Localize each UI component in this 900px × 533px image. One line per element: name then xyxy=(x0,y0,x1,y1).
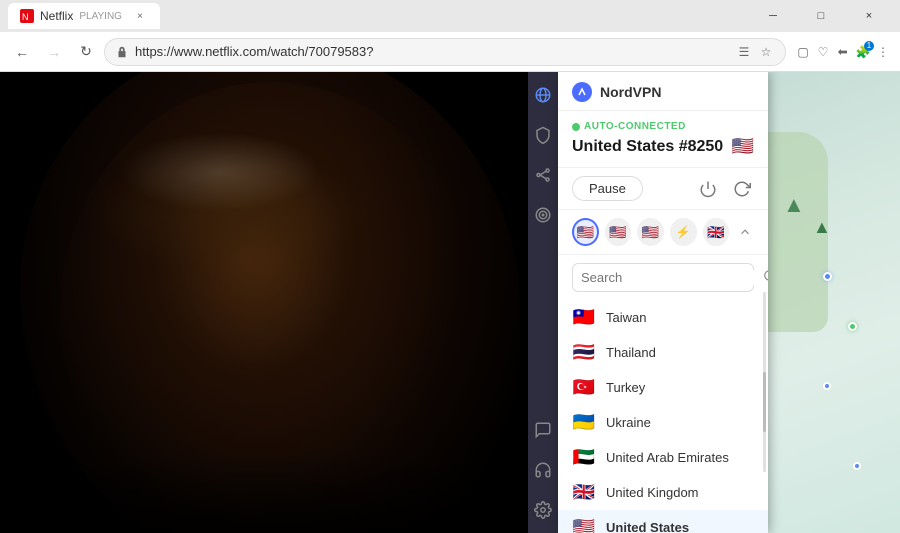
minimize-button[interactable]: ─ xyxy=(750,0,796,32)
quick-connect-row: 🇺🇸 🇺🇸 🇺🇸 ⚡ 🇬🇧 xyxy=(558,210,768,255)
auto-connected-badge: AUTO-CONNECTED xyxy=(572,121,754,132)
map-background: ▲ ▲ xyxy=(768,72,900,533)
search-icon[interactable] xyxy=(763,269,768,286)
server-name-row: United States #8250 🇺🇸 xyxy=(572,136,754,157)
quick-connect-us3[interactable]: 🇺🇸 xyxy=(637,218,664,246)
sidebar-settings-icon[interactable] xyxy=(532,499,554,521)
flag-uae: 🇦🇪 xyxy=(572,447,596,468)
navigation-bar: ← → ↻ https://www.netflix.com/watch/7007… xyxy=(0,32,900,72)
bookmark-icon[interactable]: ☆ xyxy=(757,43,775,61)
nav-right-buttons: ▢ ♡ ⬆ 🧩 1 ⋮ xyxy=(794,43,892,61)
quick-connect-us2[interactable]: 🇺🇸 xyxy=(605,218,632,246)
country-list: 🇹🇼 Taiwan 🇹🇭 Thailand 🇹🇷 Turkey 🇺🇦 Ukrai… xyxy=(558,300,768,533)
quick-connect-us1[interactable]: 🇺🇸 xyxy=(572,218,599,246)
list-item[interactable]: 🇹🇼 Taiwan xyxy=(558,300,768,335)
title-bar: N Netflix PLAYING × ─ □ × xyxy=(0,0,900,32)
sidebar-nodes-icon[interactable] xyxy=(532,164,554,186)
sidebar-headset-icon[interactable] xyxy=(532,459,554,481)
nordvpn-sidebar xyxy=(528,72,558,533)
flag-thailand: 🇹🇭 xyxy=(572,342,596,363)
nordvpn-logo xyxy=(572,82,592,102)
flag-turkey: 🇹🇷 xyxy=(572,377,596,398)
pause-button[interactable]: Pause xyxy=(572,176,643,201)
panel-header: NordVPN xyxy=(558,72,768,111)
tab-title: Netflix xyxy=(40,9,73,23)
quick-connect-uk[interactable]: 🇬🇧 xyxy=(703,218,730,246)
flag-uk: 🇬🇧 xyxy=(572,482,596,503)
status-dot xyxy=(572,123,580,131)
browser-chrome: N Netflix PLAYING × ─ □ × ← → ↻ https://… xyxy=(0,0,900,72)
close-button[interactable]: × xyxy=(846,0,892,32)
map-dot-green xyxy=(848,322,857,331)
sidebar-shield-icon[interactable] xyxy=(532,124,554,146)
refresh-button[interactable]: ↻ xyxy=(72,38,100,66)
list-item[interactable]: 🇦🇪 United Arab Emirates xyxy=(558,440,768,475)
tree-icon-1: ▲ xyxy=(783,192,805,218)
power-icon[interactable] xyxy=(696,177,720,201)
panel-title: NordVPN xyxy=(600,84,661,100)
forward-button[interactable]: → xyxy=(40,38,68,66)
list-item[interactable]: 🇹🇷 Turkey xyxy=(558,370,768,405)
nordvpn-panel: NordVPN AUTO-CONNECTED United States #82… xyxy=(558,72,768,533)
country-name-thailand: Thailand xyxy=(606,345,656,360)
country-name-us: United States xyxy=(606,520,689,533)
action-icons xyxy=(696,177,754,201)
menu-icon[interactable]: ⋮ xyxy=(874,43,892,61)
tab-close-button[interactable]: × xyxy=(132,8,148,24)
country-name-uk: United Kingdom xyxy=(606,485,699,500)
list-item[interactable]: 🇹🇭 Thailand xyxy=(558,335,768,370)
map-dot-blue-2 xyxy=(823,382,831,390)
quick-connect-lightning[interactable]: ⚡ xyxy=(670,218,697,246)
map-dot-blue-1 xyxy=(823,272,832,281)
url-text: https://www.netflix.com/watch/70079583? xyxy=(135,44,373,59)
extensions-icon[interactable]: 🧩 1 xyxy=(854,43,872,61)
favorites-icon[interactable]: ♡ xyxy=(814,43,832,61)
server-flag: 🇺🇸 xyxy=(732,136,754,157)
connection-section: AUTO-CONNECTED United States #8250 🇺🇸 xyxy=(558,111,768,168)
list-item[interactable]: 🇺🇦 Ukraine xyxy=(558,405,768,440)
address-bar-icons: ☰ ☆ xyxy=(735,43,775,61)
reader-icon[interactable]: ☰ xyxy=(735,43,753,61)
window-controls: ─ □ × xyxy=(750,0,892,32)
sidebar-target-icon[interactable] xyxy=(532,204,554,226)
scrollbar-thumb[interactable] xyxy=(763,372,766,432)
sidebar-globe-icon[interactable] xyxy=(532,84,554,106)
refresh-icon[interactable] xyxy=(730,177,754,201)
screenshot-icon[interactable]: ▢ xyxy=(794,43,812,61)
tab-subtitle: PLAYING xyxy=(79,11,122,22)
country-name-ukraine: Ukraine xyxy=(606,415,651,430)
browser-tab[interactable]: N Netflix PLAYING × xyxy=(8,3,160,29)
map-area: ▲ ▲ xyxy=(768,72,900,533)
share-icon[interactable]: ⬆ xyxy=(834,43,852,61)
list-item[interactable]: 🇬🇧 United Kingdom xyxy=(558,475,768,510)
address-bar[interactable]: https://www.netflix.com/watch/70079583? … xyxy=(104,38,786,66)
map-dot-blue-3 xyxy=(853,462,861,470)
panel-scrollbar[interactable] xyxy=(763,292,766,472)
quick-connect-expand[interactable] xyxy=(735,222,754,242)
sidebar-chat-icon[interactable] xyxy=(532,419,554,441)
search-box[interactable] xyxy=(572,263,754,292)
svg-text:N: N xyxy=(22,12,29,21)
main-content: NordVPN AUTO-CONNECTED United States #82… xyxy=(0,72,900,533)
maximize-button[interactable]: □ xyxy=(798,0,844,32)
list-item[interactable]: 🇺🇸 United States xyxy=(558,510,768,533)
server-name: United States #8250 xyxy=(572,138,723,156)
flag-us: 🇺🇸 xyxy=(572,517,596,533)
action-row: Pause xyxy=(558,168,768,210)
lock-icon xyxy=(115,45,129,59)
back-button[interactable]: ← xyxy=(8,38,36,66)
country-name-turkey: Turkey xyxy=(606,380,645,395)
country-name-taiwan: Taiwan xyxy=(606,310,646,325)
tab-favicon: N xyxy=(20,9,34,23)
country-name-uae: United Arab Emirates xyxy=(606,450,729,465)
search-input[interactable] xyxy=(581,270,757,285)
tree-icon-2: ▲ xyxy=(813,217,831,238)
flag-ukraine: 🇺🇦 xyxy=(572,412,596,433)
flag-taiwan: 🇹🇼 xyxy=(572,307,596,328)
